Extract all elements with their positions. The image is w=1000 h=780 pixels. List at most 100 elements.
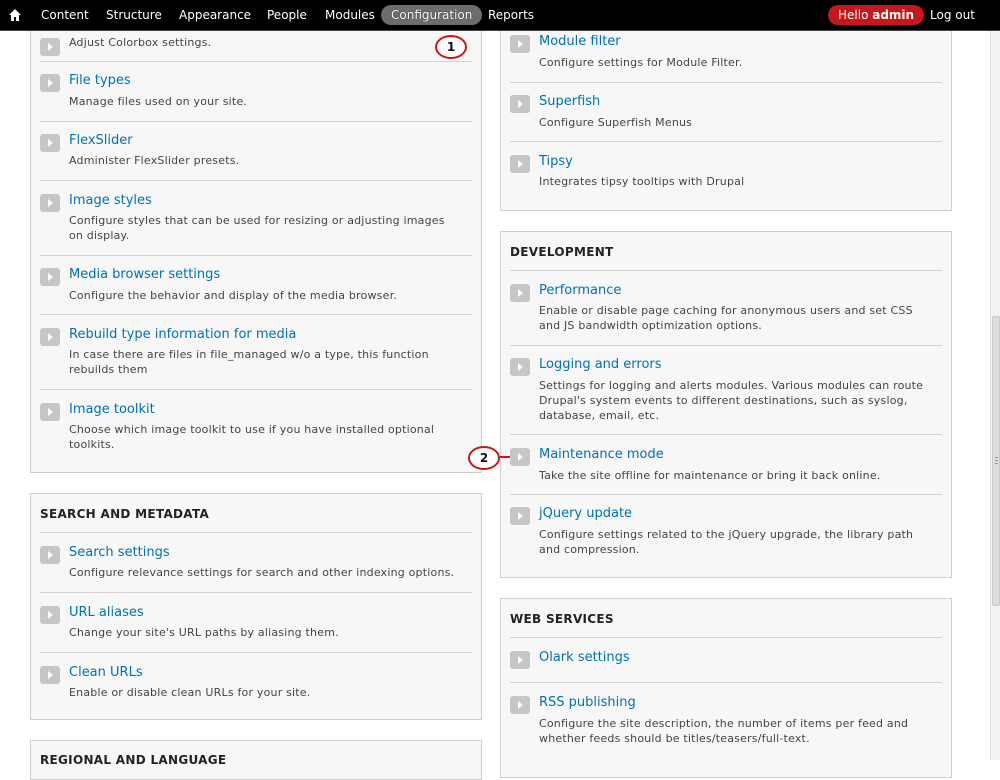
divider: [40, 180, 472, 181]
divider: [510, 434, 942, 435]
panel-title: SEARCH AND METADATA: [40, 507, 210, 521]
item-description: Settings for logging and alerts modules.…: [539, 379, 924, 422]
list-item: Tipsy Integrates tipsy tooltips with Dru…: [501, 152, 951, 212]
list-item: Rebuild type information for media In ca…: [31, 325, 481, 385]
logging-errors-link[interactable]: Logging and errors: [539, 357, 662, 372]
hello-user[interactable]: Hello admin: [828, 5, 925, 25]
toolbar-content[interactable]: Content: [41, 5, 89, 25]
arrow-icon: [40, 403, 60, 421]
item-description: Manage files used on your site.: [69, 95, 248, 108]
image-toolkit-link[interactable]: Image toolkit: [69, 402, 155, 417]
arrow-icon: [510, 155, 530, 173]
arrow-icon: [40, 268, 60, 286]
item-description: Enable or disable page caching for anony…: [539, 304, 913, 332]
jquery-update-link[interactable]: jQuery update: [539, 506, 632, 521]
admin-toolbar: Content Structure Appearance People Modu…: [0, 0, 1000, 31]
regional-language-panel: REGIONAL AND LANGUAGE: [30, 740, 482, 780]
item-description: Configure the site description, the numb…: [539, 717, 909, 745]
colorbox-desc: Adjust Colorbox settings.: [69, 36, 212, 49]
module-filter-link[interactable]: Module filter: [539, 34, 621, 49]
toolbar-structure[interactable]: Structure: [106, 5, 162, 25]
url-aliases-link[interactable]: URL aliases: [69, 605, 144, 620]
search-metadata-panel: SEARCH AND METADATA Search settings Conf…: [30, 493, 482, 720]
user-interface-panel: Module filter Configure settings for Mod…: [500, 10, 952, 211]
scrollbar-thumb[interactable]: [992, 316, 1000, 606]
panel-title: DEVELOPMENT: [510, 245, 614, 259]
home-icon[interactable]: [8, 8, 22, 22]
divider: [510, 682, 942, 683]
callout-2: 2: [468, 446, 500, 470]
rebuild-type-link[interactable]: Rebuild type information for media: [69, 327, 296, 342]
search-settings-link[interactable]: Search settings: [69, 545, 170, 560]
divider: [40, 314, 472, 315]
item-description: Enable or disable clean URLs for your si…: [69, 686, 311, 699]
list-item: FlexSlider Administer FlexSlider presets…: [31, 131, 481, 191]
flexslider-link[interactable]: FlexSlider: [69, 133, 133, 148]
list-item: Clean URLs Enable or disable clean URLs …: [31, 663, 481, 723]
item-description: Configure settings for Module Filter.: [539, 56, 743, 69]
image-styles-link[interactable]: Image styles: [69, 193, 152, 208]
toolbar-people[interactable]: People: [267, 5, 307, 25]
media-browser-link[interactable]: Media browser settings: [69, 267, 220, 282]
page-scrollbar[interactable]: [990, 30, 1000, 760]
panel-title: REGIONAL AND LANGUAGE: [40, 753, 227, 767]
list-item: Superfish Configure Superfish Menus: [501, 92, 951, 152]
grip-line: [995, 460, 998, 461]
item-description: In case there are files in file_managed …: [69, 348, 429, 376]
divider: [40, 532, 472, 533]
divider: [510, 494, 942, 495]
media-panel: Adjust Colorbox settings. File types Man…: [30, 10, 482, 473]
performance-link[interactable]: Performance: [539, 283, 621, 298]
list-item: Search settings Configure relevance sett…: [31, 543, 481, 603]
divider: [40, 121, 472, 122]
arrow-icon: [40, 38, 60, 56]
arrow-icon: [510, 284, 530, 302]
divider: [40, 592, 472, 593]
list-item: Media browser settings Configure the beh…: [31, 265, 481, 325]
grip-line: [995, 463, 998, 464]
list-item: Maintenance mode Take the site offline f…: [501, 445, 951, 505]
list-item: URL aliases Change your site's URL paths…: [31, 603, 481, 663]
logout-link[interactable]: Log out: [930, 5, 975, 25]
grip-line: [995, 457, 998, 458]
arrow-icon: [510, 35, 530, 53]
list-item: File types Manage files used on your sit…: [31, 71, 481, 131]
panel-title: WEB SERVICES: [510, 612, 614, 626]
divider: [40, 255, 472, 256]
list-item: Logging and errors Settings for logging …: [501, 355, 951, 422]
item-description: Administer FlexSlider presets.: [69, 154, 240, 167]
arrow-icon: [510, 696, 530, 714]
toolbar-configuration[interactable]: Configuration: [381, 5, 483, 25]
rss-publishing-link[interactable]: RSS publishing: [539, 695, 636, 710]
divider: [510, 141, 942, 142]
clean-urls-link[interactable]: Clean URLs: [69, 665, 143, 680]
item-description: Configure relevance settings for search …: [69, 566, 455, 579]
list-item: jQuery update Configure settings related…: [501, 504, 951, 564]
superfish-link[interactable]: Superfish: [539, 94, 600, 109]
toolbar-modules[interactable]: Modules: [325, 5, 375, 25]
item-description: Configure styles that can be used for re…: [69, 214, 445, 242]
list-item: Module filter Configure settings for Mod…: [501, 32, 951, 92]
divider: [510, 82, 942, 83]
development-panel: DEVELOPMENT Performance Enable or disabl…: [500, 231, 952, 578]
toolbar-reports[interactable]: Reports: [488, 5, 534, 25]
list-item: Performance Enable or disable page cachi…: [501, 281, 951, 341]
item-description: Choose which image toolkit to use if you…: [69, 423, 435, 451]
arrow-icon: [510, 95, 530, 113]
arrow-icon: [510, 358, 530, 376]
maintenance-mode-link[interactable]: Maintenance mode: [539, 447, 664, 462]
arrow-icon: [40, 194, 60, 212]
file-types-link[interactable]: File types: [69, 73, 131, 88]
divider: [510, 345, 942, 346]
arrow-icon: [40, 328, 60, 346]
web-services-panel: WEB SERVICES Olark settings RSS publishi…: [500, 598, 952, 778]
arrow-icon: [40, 666, 60, 684]
tipsy-link[interactable]: Tipsy: [539, 154, 573, 169]
olark-settings-link[interactable]: Olark settings: [539, 650, 630, 665]
item-description: Configure settings related to the jQuery…: [539, 528, 914, 556]
toolbar-appearance[interactable]: Appearance: [179, 5, 251, 25]
arrow-icon: [510, 507, 530, 525]
divider: [510, 270, 942, 271]
list-item: Image styles Configure styles that can b…: [31, 191, 481, 251]
hello-text: Hello: [838, 8, 873, 22]
